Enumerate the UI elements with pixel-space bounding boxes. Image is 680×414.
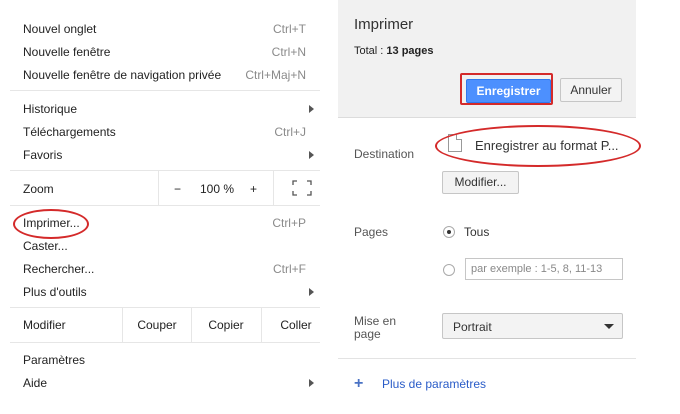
destination-value[interactable]: Enregistrer au format P... xyxy=(475,138,619,153)
menu-item-new-window[interactable]: Nouvelle fenêtre Ctrl+N xyxy=(23,41,306,63)
menu-divider xyxy=(10,342,320,343)
panel-divider xyxy=(338,358,636,359)
zoom-label: Zoom xyxy=(23,182,54,196)
menu-item-label: Imprimer... xyxy=(23,216,80,230)
menu-item-label: Favoris xyxy=(23,148,63,162)
menu-item-cast[interactable]: Caster... xyxy=(23,235,306,257)
menu-item-label: Rechercher... xyxy=(23,262,95,276)
layout-select-value: Portrait xyxy=(453,320,492,334)
menu-divider xyxy=(273,171,274,205)
menu-divider xyxy=(10,205,320,206)
menu-divider xyxy=(10,90,320,91)
shortcut-label: Ctrl+N xyxy=(271,45,306,59)
page-total-prefix: Total : xyxy=(354,45,387,57)
pages-custom-radio[interactable] xyxy=(443,264,455,276)
shortcut-label: Ctrl+F xyxy=(273,262,306,276)
pages-range-input[interactable]: par exemple : 1-5, 8, 11-13 xyxy=(465,258,623,280)
menu-item-incognito-window[interactable]: Nouvelle fenêtre de navigation privée Ct… xyxy=(23,64,306,86)
copy-button[interactable]: Copier xyxy=(192,315,260,335)
shortcut-label: Ctrl+Maj+N xyxy=(245,68,306,82)
submenu-arrow-icon xyxy=(309,288,314,296)
plus-icon[interactable]: + xyxy=(354,376,363,392)
pages-all-radio[interactable] xyxy=(443,226,455,238)
menu-item-print[interactable]: Imprimer... Ctrl+P xyxy=(23,212,306,234)
print-header: Imprimer Total : 13 pages Enregistrer An… xyxy=(338,0,636,118)
zoom-level: 100 % xyxy=(200,182,235,196)
menu-item-label: Téléchargements xyxy=(23,125,116,139)
layout-label-line1: Mise en xyxy=(354,314,397,328)
chevron-down-icon xyxy=(604,324,614,329)
menu-item-label: Historique xyxy=(23,102,78,116)
menu-item-more-tools[interactable]: Plus d'outils xyxy=(23,281,314,303)
paste-button[interactable]: Coller xyxy=(262,315,330,335)
menu-item-label: Caster... xyxy=(23,239,68,253)
layout-select[interactable]: Portrait xyxy=(442,313,623,339)
menu-item-label: Paramètres xyxy=(23,353,86,367)
zoom-out-button[interactable]: − xyxy=(174,181,181,197)
cancel-button[interactable]: Annuler xyxy=(560,78,622,102)
menu-item-label: Plus d'outils xyxy=(23,285,87,299)
menu-item-settings[interactable]: Paramètres xyxy=(23,349,306,371)
file-icon xyxy=(448,134,462,152)
shortcut-label: Ctrl+P xyxy=(272,216,306,230)
layout-label-line2: page xyxy=(354,327,381,341)
save-button[interactable]: Enregistrer xyxy=(466,79,551,103)
shortcut-label: Ctrl+J xyxy=(274,125,306,139)
submenu-arrow-icon xyxy=(309,151,314,159)
page-total: Total : 13 pages xyxy=(354,45,434,57)
menu-item-new-tab[interactable]: Nouvel onglet Ctrl+T xyxy=(23,18,306,40)
fullscreen-icon[interactable] xyxy=(292,180,312,196)
zoom-in-button[interactable]: + xyxy=(250,181,257,197)
page-total-value: 13 pages xyxy=(386,45,434,57)
menu-item-label: Nouvelle fenêtre de navigation privée xyxy=(23,68,222,82)
shortcut-label: Ctrl+T xyxy=(273,22,306,36)
edit-label: Modifier xyxy=(23,318,66,332)
submenu-arrow-icon xyxy=(309,379,314,387)
modify-destination-button[interactable]: Modifier... xyxy=(442,171,519,194)
menu-item-help[interactable]: Aide xyxy=(23,372,314,394)
pages-all-label: Tous xyxy=(464,225,490,239)
print-title: Imprimer xyxy=(354,16,414,33)
menu-divider xyxy=(10,307,320,308)
menu-item-label: Aide xyxy=(23,376,48,390)
menu-divider xyxy=(158,171,159,205)
menu-item-label: Nouvelle fenêtre xyxy=(23,45,111,59)
menu-item-history[interactable]: Historique xyxy=(23,98,314,120)
submenu-arrow-icon xyxy=(309,105,314,113)
menu-item-bookmarks[interactable]: Favoris xyxy=(23,144,314,166)
layout-label: Mise en page xyxy=(354,315,396,341)
more-settings-link[interactable]: Plus de paramètres xyxy=(382,377,486,391)
cut-button[interactable]: Couper xyxy=(123,315,191,335)
menu-item-find[interactable]: Rechercher... Ctrl+F xyxy=(23,258,306,280)
destination-label: Destination xyxy=(354,147,415,161)
pages-label: Pages xyxy=(354,225,389,239)
menu-item-label: Nouvel onglet xyxy=(23,22,97,36)
menu-item-downloads[interactable]: Téléchargements Ctrl+J xyxy=(23,121,306,143)
chrome-menu: Nouvel onglet Ctrl+T Nouvelle fenêtre Ct… xyxy=(0,0,320,414)
print-panel: Imprimer Total : 13 pages Enregistrer An… xyxy=(338,0,641,414)
